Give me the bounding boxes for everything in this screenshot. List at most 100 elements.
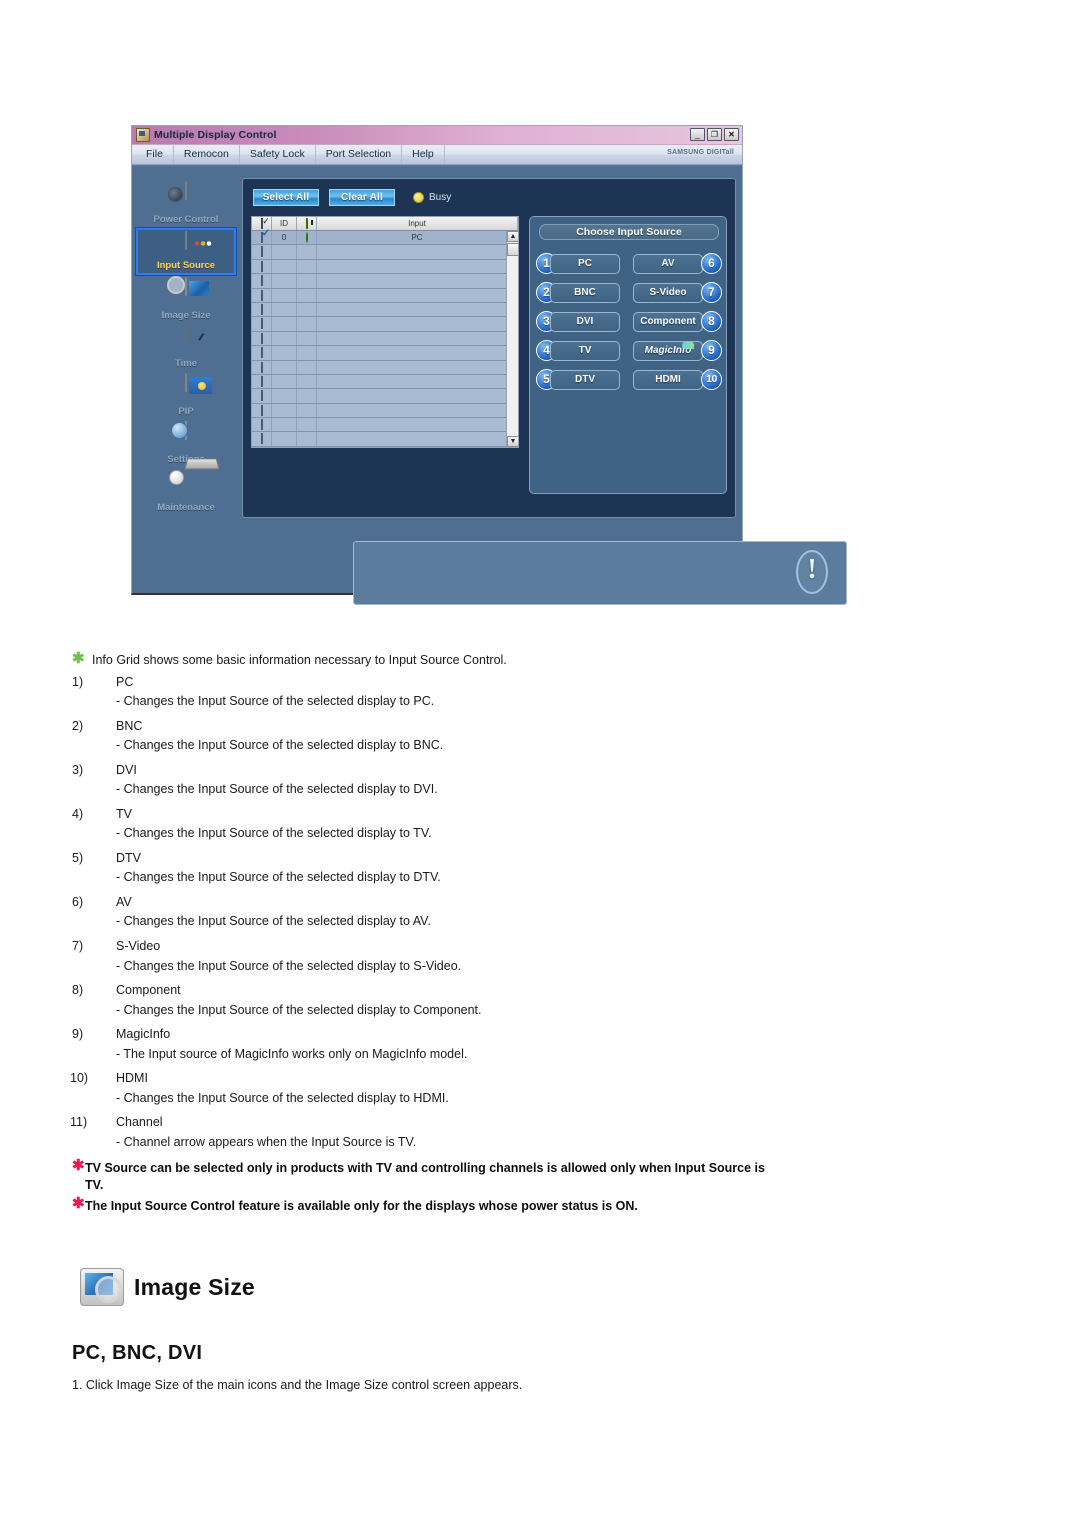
sidebar: Power Control Input Source Image Size Ti… xyxy=(136,180,240,516)
menu-item-remocon[interactable]: Remocon xyxy=(174,145,240,164)
menu-item-file[interactable]: File xyxy=(132,145,174,164)
table-row[interactable] xyxy=(252,331,518,347)
grid-header-id: ID xyxy=(272,217,297,230)
magicinfo-logo: MagicInfo xyxy=(644,345,692,356)
list-number: 2) xyxy=(72,719,84,733)
table-row[interactable] xyxy=(252,432,518,447)
section-heading-image-size: Image Size xyxy=(80,1268,255,1306)
row-id xyxy=(272,389,297,403)
row-checkbox[interactable] xyxy=(252,403,272,418)
intro-note-text: Info Grid shows some basic information n… xyxy=(92,653,507,667)
info-grid[interactable]: ID Input 0 PC xyxy=(251,216,519,448)
minimize-button[interactable]: _ xyxy=(690,128,705,141)
menu-item-port-selection[interactable]: Port Selection xyxy=(316,145,403,164)
scroll-up-arrow-icon[interactable]: ▲ xyxy=(507,231,518,242)
input-source-tv-button[interactable]: TV xyxy=(550,341,620,361)
table-row[interactable] xyxy=(252,259,518,275)
sidebar-item-image-size[interactable]: Image Size xyxy=(136,276,236,323)
input-source-pc-button[interactable]: PC xyxy=(550,254,620,274)
input-source-magicinfo-button[interactable]: MagicInfo xyxy=(633,341,703,361)
menu-item-safety-lock[interactable]: Safety Lock xyxy=(240,145,316,164)
sidebar-item-maintenance[interactable]: Maintenance xyxy=(136,468,236,515)
list-desc: - Changes the Input Source of the select… xyxy=(116,1091,449,1105)
scroll-down-arrow-icon[interactable]: ▼ xyxy=(507,436,518,447)
row-id xyxy=(272,274,297,288)
table-row[interactable] xyxy=(252,418,518,433)
pip-icon xyxy=(185,373,187,392)
input-source-cell-dvi: 3 DVI xyxy=(536,308,629,337)
menu-item-help[interactable]: Help xyxy=(402,145,445,164)
input-source-cell-hdmi: HDMI 10 xyxy=(629,366,722,395)
scrollbar-thumb[interactable] xyxy=(507,243,518,256)
row-checkbox[interactable] xyxy=(252,302,272,317)
row-input xyxy=(317,245,518,259)
select-all-button[interactable]: Select All xyxy=(253,189,319,206)
checkbox-icon xyxy=(260,332,263,344)
row-checkbox[interactable] xyxy=(252,432,272,446)
input-source-dvi-button[interactable]: DVI xyxy=(550,312,620,332)
input-source-av-button[interactable]: AV xyxy=(633,254,703,274)
row-checkbox[interactable] xyxy=(252,317,272,331)
list-term: MagicInfo xyxy=(116,1027,171,1041)
samsung-brand-logo: SAMSUNG DIGITall xyxy=(667,149,734,156)
input-source-dtv-button[interactable]: DTV xyxy=(550,370,620,390)
row-checkbox[interactable] xyxy=(252,331,272,346)
grid-scrollbar[interactable]: ▲ ▼ xyxy=(506,231,518,447)
input-source-bnc-button[interactable]: BNC xyxy=(550,283,620,303)
row-checkbox[interactable] xyxy=(252,418,272,432)
row-checkbox[interactable] xyxy=(252,374,272,389)
row-checkbox[interactable] xyxy=(252,245,272,259)
table-row[interactable] xyxy=(252,274,518,289)
row-checkbox[interactable] xyxy=(252,231,272,245)
row-checkbox[interactable] xyxy=(252,360,272,374)
list-desc: - Changes the Input Source of the select… xyxy=(116,826,432,840)
table-row[interactable] xyxy=(252,389,518,404)
list-number: 11) xyxy=(70,1115,88,1129)
table-row[interactable] xyxy=(252,302,518,318)
checkbox-icon xyxy=(260,375,263,387)
table-row[interactable] xyxy=(252,317,518,332)
app-body: Power Control Input Source Image Size Ti… xyxy=(132,166,847,605)
row-checkbox[interactable] xyxy=(252,288,272,302)
clear-all-button[interactable]: Clear All xyxy=(329,189,395,206)
list-term: BNC xyxy=(116,719,143,733)
table-row[interactable] xyxy=(252,346,518,361)
row-checkbox[interactable] xyxy=(252,346,272,360)
checkbox-icon xyxy=(260,289,263,301)
input-source-hdmi-button[interactable]: HDMI xyxy=(633,370,703,390)
list-number: 4) xyxy=(72,807,84,821)
row-id xyxy=(272,259,297,274)
row-checkbox[interactable] xyxy=(252,389,272,403)
sidebar-item-power-control[interactable]: Power Control xyxy=(136,180,236,227)
list-term: DTV xyxy=(116,851,141,865)
table-row[interactable] xyxy=(252,360,518,375)
table-row[interactable]: 0 PC xyxy=(252,231,518,246)
sidebar-item-pip[interactable]: PIP xyxy=(136,372,236,419)
list-term: PC xyxy=(116,675,134,689)
power-icon xyxy=(305,218,308,229)
table-row[interactable] xyxy=(252,374,518,390)
maximize-button[interactable]: ❐ xyxy=(707,128,722,141)
table-row[interactable] xyxy=(252,288,518,303)
input-source-component-button[interactable]: Component xyxy=(633,312,703,332)
table-row[interactable] xyxy=(252,403,518,419)
close-button[interactable]: ✕ xyxy=(724,128,739,141)
bold-note-2-text: The Input Source Control feature is avai… xyxy=(85,1199,638,1213)
list-number: 6) xyxy=(72,895,84,909)
input-source-cell-av: AV 6 xyxy=(629,250,722,279)
window-controls: _ ❐ ✕ xyxy=(690,128,739,141)
input-source-s-video-button[interactable]: S-Video xyxy=(633,283,703,303)
sidebar-item-input-source[interactable]: Input Source xyxy=(136,228,236,275)
row-checkbox[interactable] xyxy=(252,259,272,274)
row-checkbox[interactable] xyxy=(252,274,272,288)
list-number: 5) xyxy=(72,851,84,865)
table-row[interactable] xyxy=(252,245,518,260)
row-power-status xyxy=(297,317,317,331)
sidebar-item-time[interactable]: Time xyxy=(136,324,236,371)
checkbox-checked-icon xyxy=(260,232,263,243)
list-term: HDMI xyxy=(116,1071,148,1085)
power-control-icon xyxy=(185,181,187,200)
input-source-row: 1 PC AV 6 xyxy=(536,250,722,279)
input-source-cell-magicinfo: MagicInfo 9 xyxy=(629,337,722,366)
row-power-status xyxy=(297,302,317,317)
